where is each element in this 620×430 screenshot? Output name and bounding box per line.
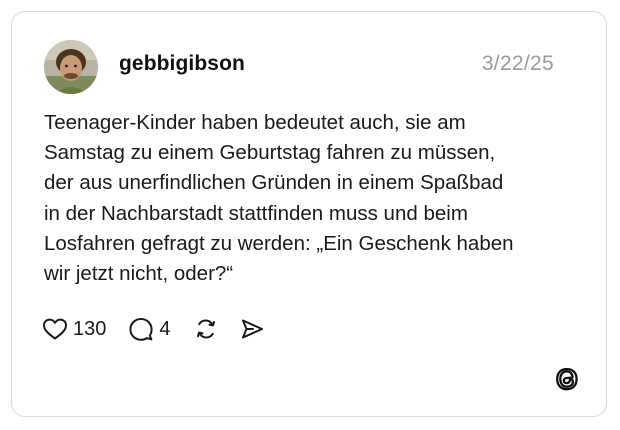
post-body: Teenager-Kinder haben bedeutet auch, sie… [44, 108, 584, 289]
repost-button[interactable] [193, 316, 219, 342]
reply-count: 4 [159, 317, 171, 340]
username[interactable]: gebbigibson [119, 52, 245, 76]
avatar[interactable] [44, 40, 98, 94]
post-text-line: in der Nachbarstadt stattfinden muss und… [44, 201, 468, 225]
post-text-line: Teenager-Kinder haben bedeutet auch, sie… [44, 111, 466, 134]
threads-logo-icon[interactable] [554, 366, 580, 392]
like-count: 130 [73, 317, 107, 340]
post-text-line: der aus unerfindlichen Gründen in einem … [44, 171, 504, 195]
post-text-line: Losfahren gefragt zu werden: „Ein Gesche… [44, 231, 514, 255]
post-date: 3/22/25 [481, 52, 554, 75]
speech-bubble-icon [129, 318, 153, 341]
share-button[interactable] [239, 316, 265, 342]
post-text-line: Samstag zu einem Geburtstag fahren zu mü… [44, 141, 496, 165]
repost-icon [196, 319, 215, 339]
avatar-image [44, 40, 98, 94]
heart-icon [43, 318, 67, 340]
post-actions-bar: 130 4 [42, 314, 265, 344]
reply-button[interactable]: 4 [128, 316, 171, 342]
threads-post-card: gebbigibson 3/22/25 Teenager-Kinder habe… [11, 11, 607, 417]
post-text-line: wir jetzt nicht, oder?“ [44, 262, 234, 286]
like-button[interactable]: 130 [42, 317, 106, 341]
send-icon [241, 319, 263, 339]
